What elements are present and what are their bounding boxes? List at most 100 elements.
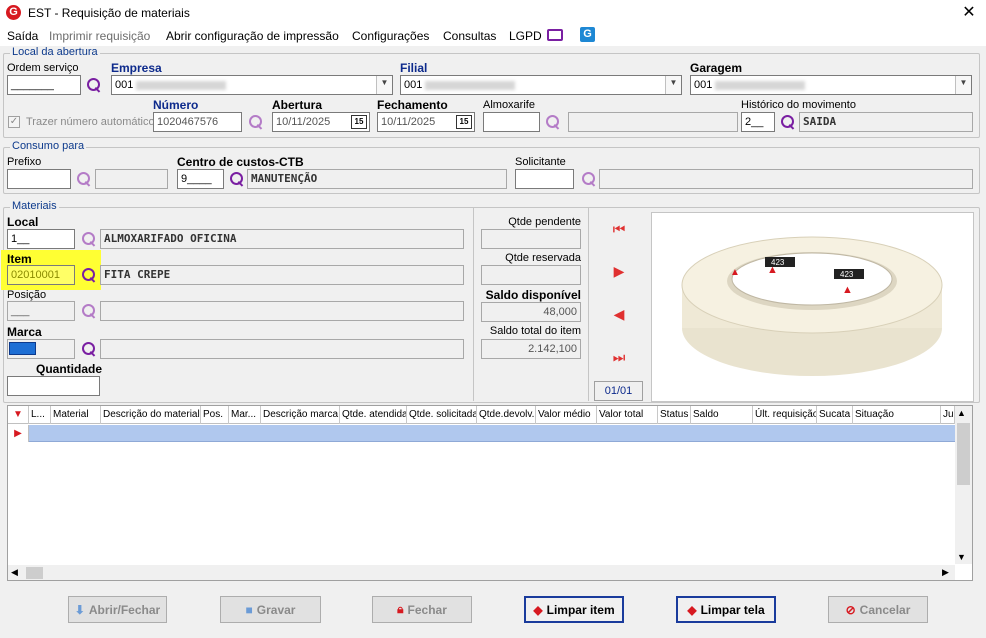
filial-select[interactable]: 001 ▼ xyxy=(400,75,682,95)
almoxarife-input[interactable] xyxy=(483,112,540,132)
local-label: Local xyxy=(7,215,39,229)
empresa-select[interactable]: 001 ▼ xyxy=(111,75,393,95)
last-image-icon[interactable]: ⏭ xyxy=(611,349,627,366)
grid-col-descricao-marca[interactable]: Descrição marca xyxy=(261,406,340,424)
numero-search-icon[interactable] xyxy=(248,114,264,130)
chevron-down-icon[interactable]: ▼ xyxy=(376,76,392,94)
almoxarife-label: Almoxarife xyxy=(483,99,535,111)
local-code-input[interactable]: 1__ xyxy=(7,229,75,249)
saldo-disponivel-label: Saldo disponível xyxy=(485,288,581,302)
abrir-fechar-button[interactable]: ⬇ Abrir/Fechar xyxy=(68,596,167,623)
first-image-icon[interactable]: ⏮ xyxy=(611,221,627,238)
horizontal-scroll-thumb[interactable] xyxy=(26,567,43,579)
divider xyxy=(473,208,474,401)
table-row[interactable] xyxy=(8,425,955,442)
calendar-icon[interactable]: 15 xyxy=(456,115,472,129)
grid-col-qtde-devolv[interactable]: Qtde.devolv. xyxy=(477,406,536,424)
fechar-button[interactable]: 🔒︎ Fechar xyxy=(372,596,472,623)
item-search-icon[interactable] xyxy=(81,267,97,283)
svg-text:423: 423 xyxy=(840,270,854,279)
historico-search-icon[interactable] xyxy=(780,114,796,130)
grid-col-material[interactable]: Material xyxy=(51,406,101,424)
grid-col-sucata[interactable]: Sucata xyxy=(817,406,853,424)
consumo-para-legend: Consumo para xyxy=(10,140,87,152)
scroll-right-icon[interactable]: ▶ xyxy=(942,567,949,578)
filial-label: Filial xyxy=(400,61,428,75)
grid-col-qtde-solicitada[interactable]: Qtde. solicitada xyxy=(407,406,477,424)
scroll-up-icon[interactable]: ▲ xyxy=(957,408,966,418)
item-code-input[interactable]: 02010001 xyxy=(7,265,75,285)
grid-col-descricao-material[interactable]: Descrição do material xyxy=(101,406,201,424)
posicao-search-icon[interactable] xyxy=(81,303,97,319)
ordem-servico-input[interactable]: _______ xyxy=(7,75,81,95)
grid-col-saldo[interactable]: Saldo xyxy=(691,406,753,424)
grid-col-marca[interactable]: Mar... xyxy=(229,406,261,424)
prev-image-icon[interactable]: ◀ xyxy=(611,306,627,323)
grid-col-valor-medio[interactable]: Valor médio xyxy=(536,406,597,424)
prefixo-input[interactable] xyxy=(7,169,71,189)
centro-custos-search-icon[interactable] xyxy=(229,171,245,187)
grid-col-ju[interactable]: Ju xyxy=(941,406,955,424)
grid-col-qtde-atendida[interactable]: Qtde. atendida xyxy=(340,406,407,424)
empresa-label: Empresa xyxy=(111,61,162,75)
grid-col-pos[interactable]: Pos. xyxy=(201,406,229,424)
cancelar-button[interactable]: ⊘ Cancelar xyxy=(828,596,928,623)
trazer-numero-checkbox[interactable]: ✓ xyxy=(8,116,20,128)
grid-col-l[interactable]: L... xyxy=(29,406,51,424)
posicao-input[interactable]: ___ xyxy=(7,301,75,321)
grid-sort-icon[interactable]: ▼ xyxy=(8,406,29,424)
save-icon: ■ xyxy=(245,602,253,617)
saldo-total-value: 2.142,100 xyxy=(481,339,581,359)
prefixo-search-icon[interactable] xyxy=(76,171,92,187)
marca-search-icon[interactable] xyxy=(81,341,97,357)
garagem-label: Garagem xyxy=(690,61,743,75)
grid-col-situacao[interactable]: Situação xyxy=(853,406,941,424)
limpar-item-button[interactable]: ◆ Limpar item xyxy=(524,596,624,623)
gravar-button[interactable]: ■ Gravar xyxy=(220,596,321,623)
qtde-reservada-label: Qtde reservada xyxy=(505,252,581,264)
ordem-servico-search-icon[interactable] xyxy=(86,77,102,93)
close-icon[interactable]: ✕ xyxy=(958,2,980,22)
row-pointer-icon: ▶ xyxy=(8,425,29,442)
menu-consultas[interactable]: Consultas xyxy=(443,29,496,43)
menu-imprimir-requisicao[interactable]: Imprimir requisição xyxy=(49,29,150,43)
solicitante-search-icon[interactable] xyxy=(581,171,597,187)
horizontal-scrollbar[interactable] xyxy=(8,565,955,580)
posicao-label: Posição xyxy=(7,289,47,301)
quantidade-label: Quantidade xyxy=(36,362,103,376)
menu-lgpd[interactable]: LGPD xyxy=(509,29,542,43)
solicitante-label: Solicitante xyxy=(515,156,566,168)
grid-col-ult-requisicao[interactable]: Últ. requisição xyxy=(753,406,817,424)
menu-saida[interactable]: Saída xyxy=(7,29,38,43)
scroll-down-icon[interactable]: ▼ xyxy=(957,552,966,562)
centro-custos-code-input[interactable]: 9____ xyxy=(177,169,224,189)
app-logo-icon: G xyxy=(6,5,21,20)
chevron-down-icon[interactable]: ▼ xyxy=(955,76,971,94)
menu-abrir-configuracao[interactable]: Abrir configuração de impressão xyxy=(166,29,339,43)
scroll-left-icon[interactable]: ◀ xyxy=(11,567,18,578)
item-desc: FITA CREPE xyxy=(100,265,464,285)
ordem-servico-label: Ordem serviço xyxy=(7,62,79,74)
monitor-icon[interactable] xyxy=(547,29,563,41)
prefixo-desc xyxy=(95,169,168,189)
almoxarife-search-icon[interactable] xyxy=(545,114,561,130)
grid-col-status[interactable]: Status xyxy=(658,406,691,424)
saldo-total-label: Saldo total do item xyxy=(489,325,581,337)
app-g-icon[interactable]: G xyxy=(580,27,595,42)
limpar-tela-button[interactable]: ◆ Limpar tela xyxy=(676,596,776,623)
chevron-down-icon[interactable]: ▼ xyxy=(665,76,681,94)
vertical-scroll-thumb[interactable] xyxy=(957,423,970,485)
saldo-disponivel-value: 48,000 xyxy=(481,302,581,322)
solicitante-input[interactable] xyxy=(515,169,574,189)
numero-input[interactable]: 1020467576 xyxy=(153,112,242,132)
calendar-icon[interactable]: 15 xyxy=(351,115,367,129)
grid-col-valor-total[interactable]: Valor total xyxy=(597,406,658,424)
quantidade-input[interactable] xyxy=(7,376,100,396)
prefixo-label: Prefixo xyxy=(7,156,42,168)
local-search-icon[interactable] xyxy=(81,231,97,247)
historico-code-input[interactable]: 2__ xyxy=(741,112,775,132)
qtde-reservada-value xyxy=(481,265,581,285)
menu-configuracoes[interactable]: Configurações xyxy=(352,29,429,43)
garagem-select[interactable]: 001 ▼ xyxy=(690,75,972,95)
next-image-icon[interactable]: ▶ xyxy=(611,263,627,280)
